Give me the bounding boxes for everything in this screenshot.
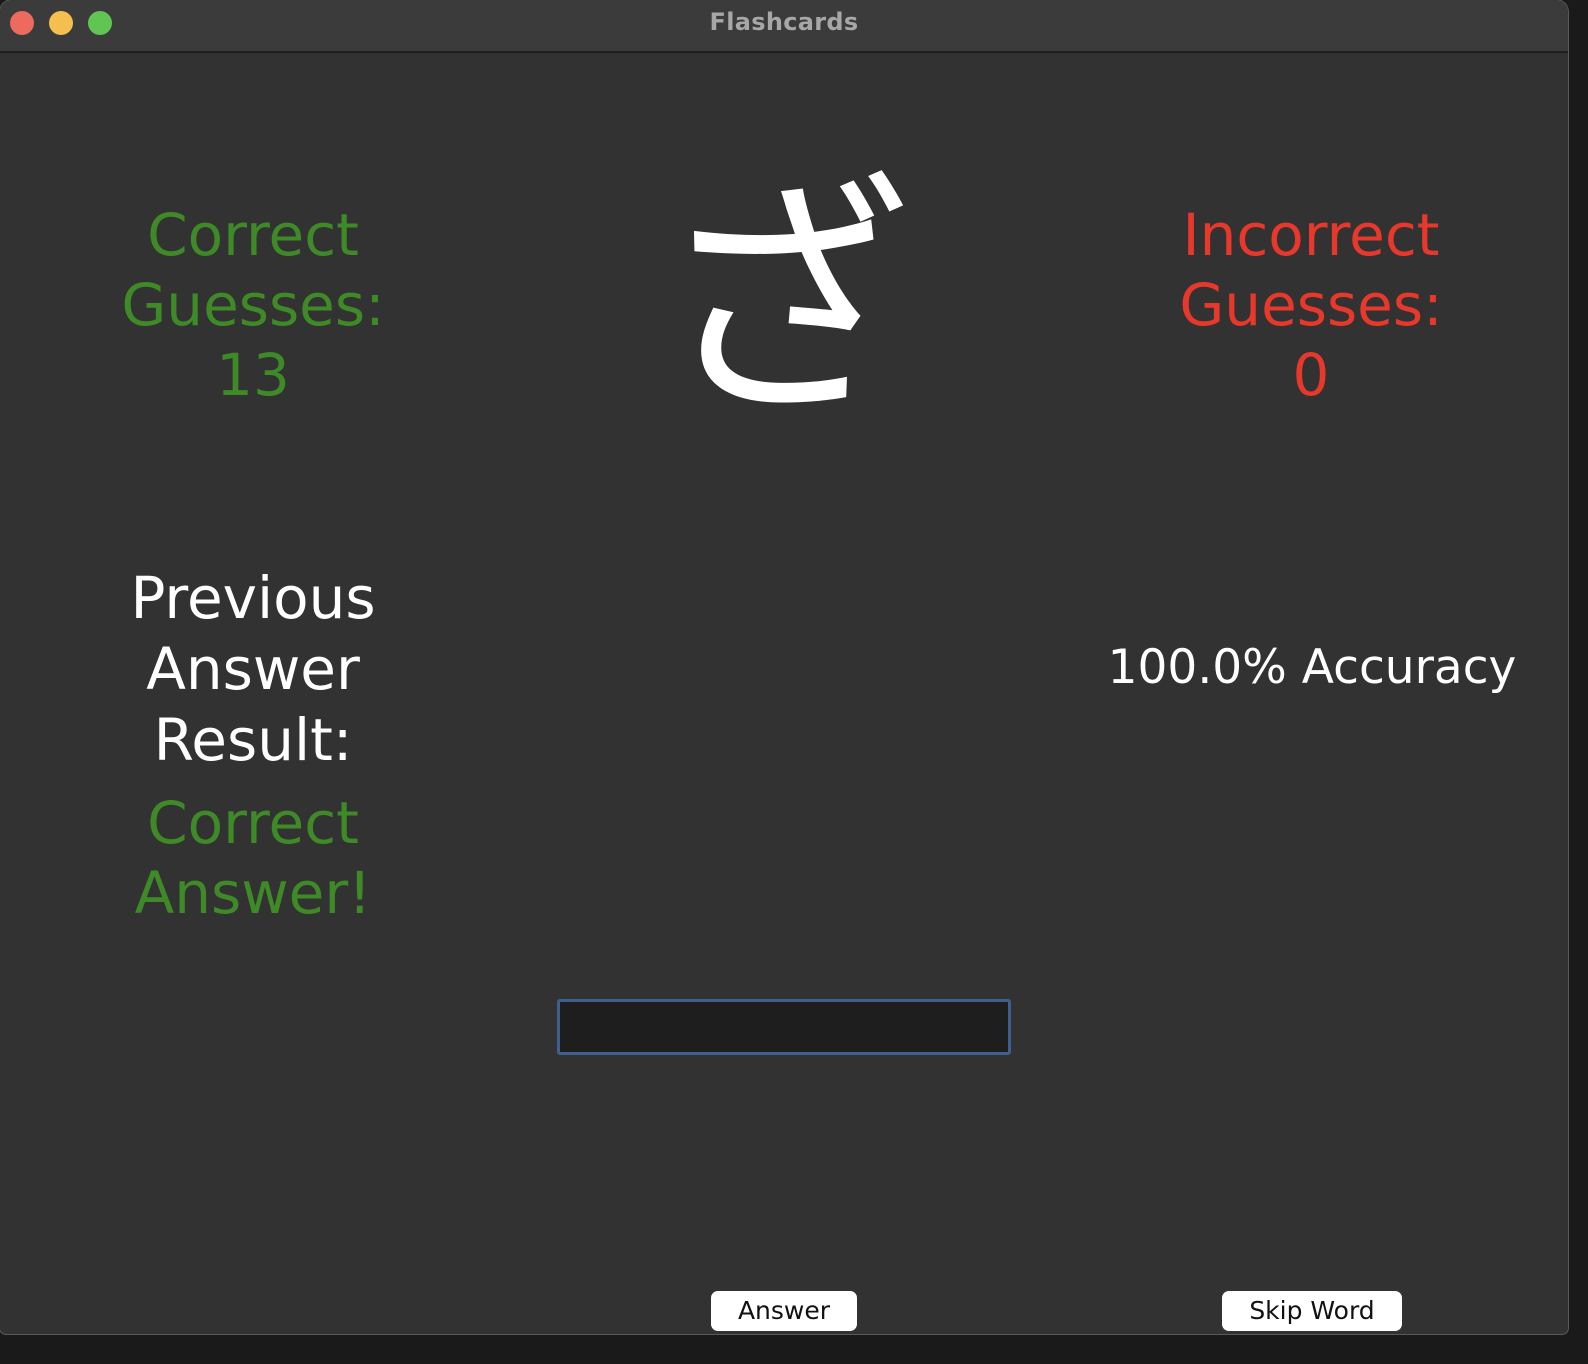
correct-guesses-count: 13 [216,341,290,409]
flashcards-window: Flashcards Correct Guesses: 13 ざ Incorre… [0,0,1568,1334]
correct-guesses-label-line2: Guesses: [121,271,385,339]
previous-answer-result-label: Previous Answer Result: [53,563,453,776]
accuracy-readout: 100.0% Accuracy [1107,640,1517,695]
correct-guesses-label-line1: Correct [147,201,359,269]
incorrect-guesses-label-line1: Incorrect [1182,201,1440,269]
previous-label-line2: Answer [146,635,360,703]
flashcard-kana: ざ [656,154,912,451]
skip-word-button[interactable]: Skip Word [1222,1291,1402,1331]
answer-button[interactable]: Answer [711,1291,857,1331]
previous-label-line1: Previous [130,564,376,632]
title-bar[interactable]: Flashcards [0,0,1568,53]
incorrect-guesses-count: 0 [1292,341,1330,409]
correct-guesses-panel: Correct Guesses: 13 [53,200,453,410]
previous-answer-result-value: Correct Answer! [134,789,372,927]
window-title: Flashcards [709,8,859,36]
incorrect-guesses-label-line2: Guesses: [1179,271,1443,339]
incorrect-guesses-panel: Incorrect Guesses: 0 [1111,200,1511,410]
answer-input[interactable] [557,999,1011,1055]
previous-label-line3: Result: [153,706,353,774]
